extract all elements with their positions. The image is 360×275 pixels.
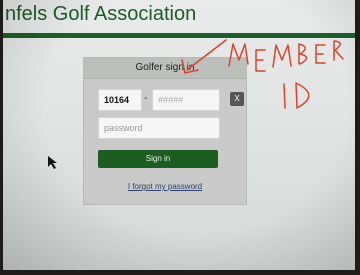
member-id-handwriting	[228, 40, 344, 109]
browser-screen: nfels Golf Association Golfer sign in 10…	[3, 0, 355, 270]
mouse-pointer-icon	[48, 156, 57, 169]
handwritten-annotation	[48, 39, 344, 169]
arrow-icon	[181, 39, 227, 74]
